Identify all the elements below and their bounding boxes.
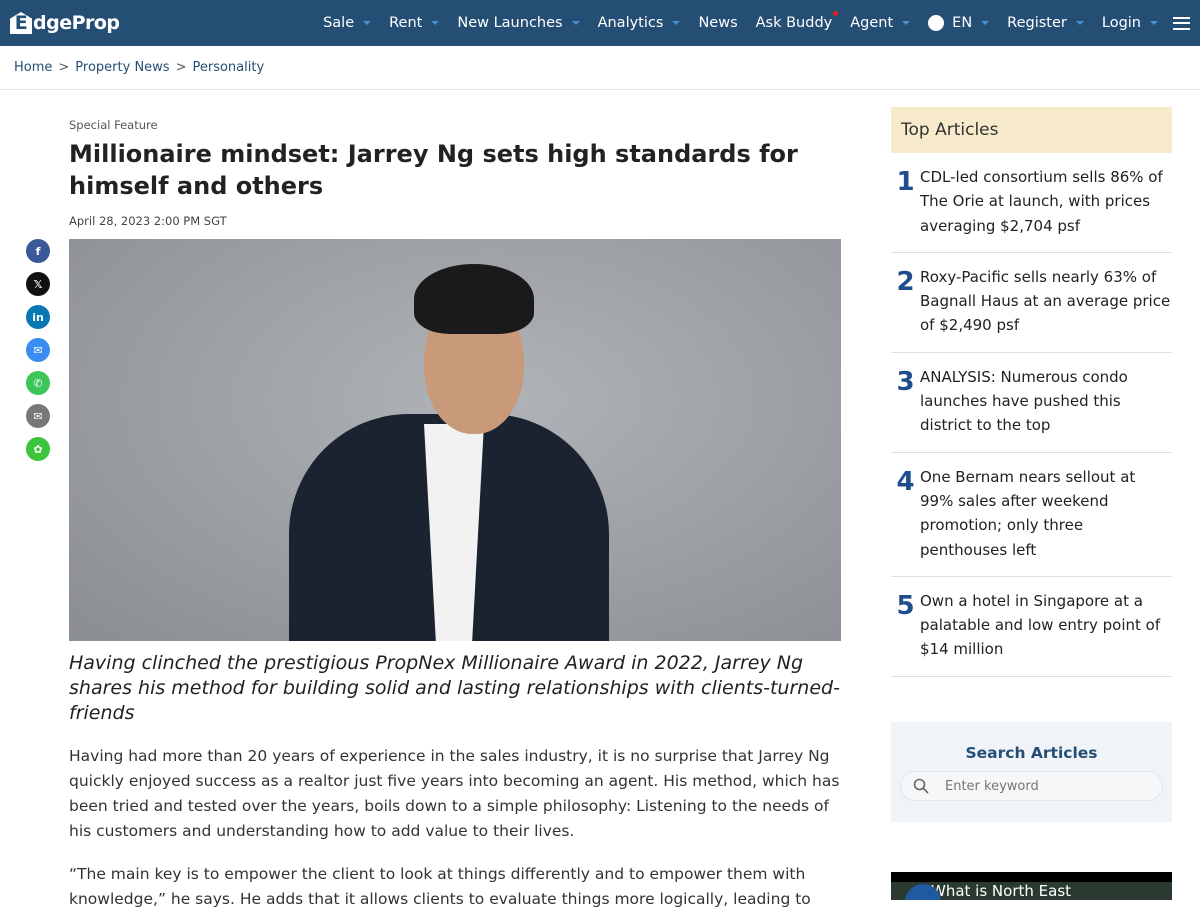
chevron-down-icon [431,21,440,25]
login-label: Login [1101,15,1141,31]
breadcrumb-property-news[interactable]: Property News [75,60,169,75]
hamburger-menu-icon[interactable] [1173,16,1190,30]
main-menu: Sale Rent New Launches Analytics News Ask Bud… [314,11,1190,31]
article-paragraph: “The main key is to empower the client t… [69,865,811,908]
login-menu[interactable]: Login [1093,15,1167,31]
share-x-icon[interactable]: 𝕏 [26,272,50,296]
register-label: Register [1007,15,1067,31]
top-article-rank: 2 [896,266,915,297]
nav-item-rent[interactable]: Rent [380,15,448,31]
search-heading: Search Articles [965,744,1098,762]
language-selector[interactable]: EN [919,15,998,31]
chevron-down-icon [363,21,372,25]
article-kicker: Special Feature [69,118,158,132]
nav-label: Analytics [597,15,664,31]
share-messenger-icon[interactable]: ✉ [26,338,50,362]
top-article-rank: 3 [896,366,915,397]
top-article-title[interactable]: CDL-led consortium sells 86% of The Orie… [920,165,1172,238]
share-bar: f 𝕏in ✉ ✆ ✉ ✿ [26,239,50,461]
nav-label: Rent [389,15,423,31]
search-box [900,771,1163,801]
nav-label: Sale [323,15,355,31]
nav-item-news[interactable]: News [689,15,746,31]
nav-label: New Launches [457,15,563,31]
article-lead: Having clinched the prestigious PropNex … [69,652,840,724]
top-article-item[interactable]: 3 ANALYSIS: Numerous condo launches have … [891,353,1172,453]
breadcrumb-personality[interactable]: Personality [192,60,264,75]
top-article-item[interactable]: 5 Own a hotel in Singapore at a palatable… [891,577,1172,677]
nav-label: Ask Buddy [755,15,833,31]
notification-dot [833,11,839,16]
chevron-down-icon [571,21,580,25]
nav-item-sale[interactable]: Sale [314,15,380,31]
photo-hair [414,264,534,334]
top-article-rank: 4 [896,466,915,497]
chevron-down-icon [981,21,990,25]
article-date: April 28, 2023 2:00 PM SGT [69,214,227,228]
share-whatsapp-icon[interactable]: ✆ [26,371,50,395]
logo-mark: E [10,12,32,34]
share-wechat-icon[interactable]: ✿ [26,437,50,461]
chevron-down-icon [1150,21,1158,25]
language-label: EN [952,15,973,31]
nav-item-ask-buddy[interactable]: Ask Buddy [747,11,842,31]
top-article-rank: 1 [896,167,915,197]
breadcrumb: Home > Property News > Personality [0,46,1200,90]
edgeprop-logo[interactable]: EdgeProp [10,12,120,34]
breadcrumb-home[interactable]: Home [14,60,52,75]
article-paragraph: Having had more than 20 years of experie… [69,747,840,840]
top-article-title[interactable]: Roxy-Pacific sells nearly 63% of Bagnall… [920,265,1172,338]
top-articles-heading: Top Articles [891,107,1172,153]
top-article-title[interactable]: ANALYSIS: Numerous condo launches have p… [920,365,1172,438]
top-articles: Top Articles 1 CDL-led consortium sells 8… [891,107,1172,677]
top-navbar: EdgeProp Sale Rent New Launches Analytics Ne… [0,0,1200,46]
logo-text: dgeProp [33,12,120,34]
nav-label: Agent [850,15,894,31]
search-input[interactable] [945,778,1135,794]
chevron-down-icon [902,21,911,25]
article-title: Millionaire mindset: Jarrey Ng sets high… [69,140,798,200]
top-article-item[interactable]: 1 CDL-led consortium sells 86% of The Ori… [891,153,1172,253]
share-linkedin-icon[interactable]: in [26,305,50,329]
breadcrumb-separator: > [58,60,70,75]
share-facebook-icon[interactable]: f [26,239,50,263]
video-embed[interactable]: What is North East [891,872,1172,900]
search-icon[interactable] [913,778,929,794]
top-article-item[interactable]: 4 One Bernam nears sellout at 99% sales a… [891,453,1172,577]
chevron-down-icon [672,21,681,25]
article-hero-image [69,239,841,641]
nav-item-analytics[interactable]: Analytics [589,15,690,31]
top-article-title[interactable]: One Bernam nears sellout at 99% sales af… [920,465,1172,562]
article-body: Having had more than 20 years of experie… [69,744,841,912]
top-article-rank: 5 [896,590,915,621]
top-article-item[interactable]: 2 Roxy-Pacific sells nearly 63% of Bagnal… [891,253,1172,353]
register-menu[interactable]: Register [998,15,1093,31]
breadcrumb-separator: > [175,60,187,75]
nav-label: News [698,15,738,31]
article: Special Feature Millionaire mindset: Jar… [69,118,841,912]
globe-icon [928,15,945,31]
top-article-title[interactable]: Own a hotel in Singapore at a palatable … [920,589,1172,662]
search-articles-panel: Search Articles [891,722,1172,822]
share-email-icon[interactable]: ✉ [26,404,50,428]
nav-item-agent[interactable]: Agent [841,15,919,31]
nav-item-new-launches[interactable]: New Launches [448,15,588,31]
chevron-down-icon [1075,21,1084,25]
